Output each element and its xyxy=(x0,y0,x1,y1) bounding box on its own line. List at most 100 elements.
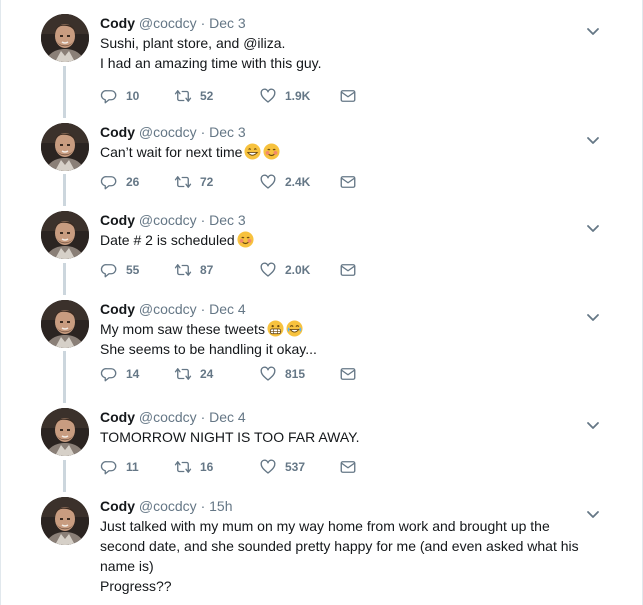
tweet-content: Cody @cocdcy · Dec 3 Date # 2 is schedule… xyxy=(100,211,600,278)
tweet-timestamp[interactable]: Dec 3 xyxy=(209,15,246,31)
tweet-line: name is) xyxy=(100,556,600,576)
envelope-icon xyxy=(339,173,357,191)
direct-message-button[interactable] xyxy=(339,173,357,191)
like-count: 2.0K xyxy=(285,263,311,277)
envelope-icon xyxy=(339,365,357,383)
retweet-button[interactable]: 87 xyxy=(174,261,259,279)
reply-count: 14 xyxy=(126,367,140,381)
avatar[interactable] xyxy=(41,408,89,456)
thread-line xyxy=(63,351,66,403)
grinning-face-emoji xyxy=(244,143,261,160)
like-button[interactable]: 2.0K xyxy=(259,261,339,279)
display-name[interactable]: Cody xyxy=(100,301,135,317)
chevron-down-icon[interactable] xyxy=(586,421,600,431)
display-name[interactable]: Cody xyxy=(100,212,135,228)
chevron-down-icon[interactable] xyxy=(586,224,600,234)
retweet-count: 87 xyxy=(200,263,214,277)
user-handle[interactable]: @cocdcy xyxy=(139,124,197,140)
tweet-line: My mom saw these tweets xyxy=(100,319,600,339)
user-handle[interactable]: @cocdcy xyxy=(139,212,197,228)
thread-line xyxy=(63,66,66,118)
reply-count: 11 xyxy=(126,460,139,474)
tweet-text: Sushi, plant store, and @iliza. I had an … xyxy=(100,33,600,73)
user-handle[interactable]: @cocdcy xyxy=(139,15,197,31)
retweet-icon xyxy=(174,173,192,191)
direct-message-button[interactable] xyxy=(339,261,357,279)
thread-line xyxy=(63,460,66,492)
reply-button[interactable]: 14 xyxy=(100,365,174,383)
tweet-text: TOMORROW NIGHT IS TOO FAR AWAY. xyxy=(100,427,600,447)
chevron-down-icon[interactable] xyxy=(586,510,600,520)
avatar[interactable] xyxy=(41,300,89,348)
like-button[interactable]: 815 xyxy=(259,365,339,383)
retweet-button[interactable]: 24 xyxy=(174,365,259,383)
tweet-content: Cody @cocdcy · Dec 3 Can’t wait for next … xyxy=(100,123,600,190)
direct-message-button[interactable] xyxy=(339,87,357,105)
envelope-icon xyxy=(339,261,357,279)
reply-button[interactable]: 55 xyxy=(100,261,174,279)
avatar[interactable] xyxy=(41,497,89,545)
avatar[interactable] xyxy=(41,211,89,259)
chevron-down-icon[interactable] xyxy=(586,136,600,146)
tweet-content: Cody @cocdcy · Dec 4 TOMORROW NIGHT IS TO… xyxy=(100,408,600,475)
tweet-header: Cody @cocdcy · 15h xyxy=(100,497,600,515)
reply-count: 55 xyxy=(126,263,140,277)
avatar[interactable] xyxy=(41,123,89,171)
tweet-timestamp[interactable]: 15h xyxy=(209,498,232,514)
like-button[interactable]: 2.4K xyxy=(259,173,339,191)
user-handle[interactable]: @cocdcy xyxy=(139,498,197,514)
tweet-timestamp[interactable]: Dec 3 xyxy=(209,124,246,140)
user-handle[interactable]: @cocdcy xyxy=(139,409,197,425)
tweet-timestamp[interactable]: Dec 3 xyxy=(209,212,246,228)
retweet-icon xyxy=(174,458,192,476)
avatar[interactable] xyxy=(41,14,89,62)
retweet-button[interactable]: 52 xyxy=(174,87,259,105)
reply-button[interactable]: 11 xyxy=(100,458,174,476)
tweet-header: Cody @cocdcy · Dec 3 xyxy=(100,123,600,141)
tweet-text-line: Sushi, plant store, and @iliza. xyxy=(100,35,286,51)
heart-icon xyxy=(259,458,277,476)
display-name[interactable]: Cody xyxy=(100,124,135,140)
direct-message-button[interactable] xyxy=(339,458,357,476)
envelope-icon xyxy=(339,458,357,476)
display-name[interactable]: Cody xyxy=(100,409,135,425)
tweet-timestamp[interactable]: Dec 4 xyxy=(209,409,246,425)
chevron-down-icon[interactable] xyxy=(586,27,600,37)
tweet-text-line: She seems to be handling it okay... xyxy=(100,341,317,357)
tweet-header: Cody @cocdcy · Dec 4 xyxy=(100,300,600,318)
display-name[interactable]: Cody xyxy=(100,498,135,514)
tweet-content: Cody @cocdcy · 15h Just talked with my mu… xyxy=(100,497,600,596)
tweet-text-line: I had an amazing time with this guy. xyxy=(100,55,322,71)
tweet-text-line: name is) xyxy=(100,558,154,574)
like-button[interactable]: 537 xyxy=(259,458,339,476)
tweet-line: Date # 2 is scheduled xyxy=(100,230,600,250)
tweet-text-line: second date, and she sounded pretty happ… xyxy=(100,538,579,554)
display-name[interactable]: Cody xyxy=(100,15,135,31)
direct-message-button[interactable] xyxy=(339,365,357,383)
tweet-line: Can’t wait for next time xyxy=(100,142,600,162)
tweet-text-line: Date # 2 is scheduled xyxy=(100,232,235,248)
heart-icon xyxy=(259,261,277,279)
reply-count: 10 xyxy=(126,89,140,103)
reply-icon xyxy=(100,458,118,476)
tweet-content: Cody @cocdcy · Dec 4 My mom saw these twe… xyxy=(100,300,600,382)
user-handle[interactable]: @cocdcy xyxy=(139,301,197,317)
reply-button[interactable]: 26 xyxy=(100,173,174,191)
thread-line xyxy=(63,174,66,206)
separator: · xyxy=(200,124,206,140)
retweet-icon xyxy=(174,87,192,105)
retweet-button[interactable]: 72 xyxy=(174,173,259,191)
tweet-timestamp[interactable]: Dec 4 xyxy=(209,301,246,317)
tweet-actions: 10 52 1.9K xyxy=(100,87,357,105)
tweet-actions: 26 72 2.4K xyxy=(100,173,357,191)
tweet-text-line: TOMORROW NIGHT IS TOO FAR AWAY. xyxy=(100,429,360,445)
tweet-line: second date, and she sounded pretty happ… xyxy=(100,536,600,556)
chevron-down-icon[interactable] xyxy=(586,313,600,323)
like-button[interactable]: 1.9K xyxy=(259,87,339,105)
tweet-actions: 55 87 2.0K xyxy=(100,261,357,279)
tweet-text-line: Can’t wait for next time xyxy=(100,144,243,160)
thread-line xyxy=(63,263,66,295)
tweet-line: I had an amazing time with this guy. xyxy=(100,53,600,73)
retweet-button[interactable]: 16 xyxy=(174,458,259,476)
reply-button[interactable]: 10 xyxy=(100,87,174,105)
